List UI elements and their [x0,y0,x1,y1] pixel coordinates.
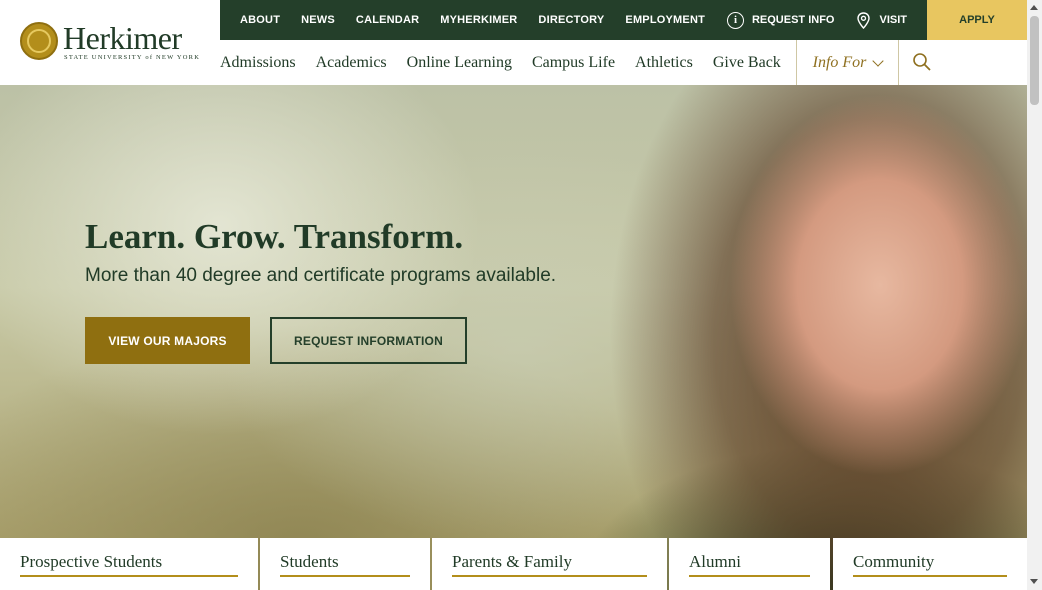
scroll-down-arrow-icon[interactable] [1030,579,1038,584]
tab-label: Prospective Students [20,552,163,571]
nav-item-give-back[interactable]: Give Back [713,54,781,72]
utility-link-myherkimer[interactable]: MYHERKIMER [440,14,517,26]
tab-community[interactable]: Community [833,538,1027,590]
scroll-thumb[interactable] [1030,16,1039,105]
logo-tagline: STATE UNIVERSITY of NEW YORK [64,54,201,61]
apply-button[interactable]: APPLY [927,0,1027,40]
nav-item-campus-life[interactable]: Campus Life [532,54,615,72]
tab-label: Parents & Family [452,552,572,571]
tab-underline [452,575,647,577]
logo-wordmark: Herkimer [63,20,182,56]
scroll-up-arrow-icon[interactable] [1030,5,1038,10]
tab-underline [853,575,1007,577]
tab-prospective-students[interactable]: Prospective Students [0,538,258,590]
visit-label: VISIT [879,14,907,26]
info-for-label: Info For [812,53,867,71]
request-info-label: REQUEST INFO [751,14,835,26]
tab-underline [20,575,238,577]
site-logo[interactable]: Herkimer STATE UNIVERSITY of NEW YORK [0,0,220,85]
info-icon: i [726,11,744,29]
hero-subheadline: More than 40 degree and certificate prog… [85,265,557,286]
chevron-down-icon [872,54,885,67]
nav-item-academics[interactable]: Academics [316,54,387,72]
utility-link-employment[interactable]: EMPLOYMENT [625,14,705,26]
hero-banner: Learn. Grow. Transform. More than 40 deg… [0,85,1027,590]
tab-students[interactable]: Students [260,538,430,590]
tab-underline [280,575,410,577]
page-scrollbar[interactable] [1027,0,1042,590]
info-for-dropdown[interactable]: Info For [796,40,899,85]
search-icon[interactable] [912,52,932,72]
nav-item-admissions[interactable]: Admissions [220,54,296,72]
utility-nav: ABOUT NEWS CALENDAR MYHERKIMER DIRECTORY… [220,0,927,40]
utility-link-news[interactable]: NEWS [301,14,335,26]
request-information-button[interactable]: REQUEST INFORMATION [270,317,467,364]
nav-item-athletics[interactable]: Athletics [635,54,693,72]
main-nav: Admissions Academics Online Learning Cam… [220,40,1027,85]
utility-link-calendar[interactable]: CALENDAR [356,14,419,26]
map-pin-icon [857,11,871,29]
utility-link-directory[interactable]: DIRECTORY [538,14,604,26]
tab-label: Alumni [689,552,741,571]
tab-label: Community [853,552,935,571]
request-info-link[interactable]: i REQUEST INFO [726,11,835,29]
tab-parents-family[interactable]: Parents & Family [432,538,667,590]
visit-link[interactable]: VISIT [856,11,907,29]
tab-underline [689,575,810,577]
tab-label: Students [280,552,339,571]
view-majors-button[interactable]: VIEW OUR MAJORS [85,317,250,364]
college-seal-icon [20,22,58,60]
audience-tabs: Prospective Students Students Parents & … [0,538,1027,590]
tab-alumni[interactable]: Alumni [669,538,830,590]
hero-headline: Learn. Grow. Transform. [85,217,464,256]
utility-link-about[interactable]: ABOUT [240,14,280,26]
nav-item-online-learning[interactable]: Online Learning [407,54,512,72]
